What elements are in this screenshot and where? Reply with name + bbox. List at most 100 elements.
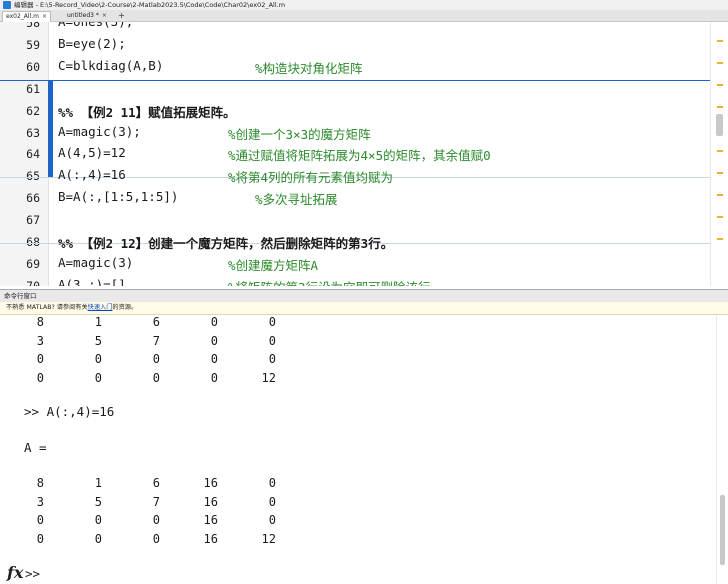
scroll-marker [717, 106, 723, 108]
matrix-cell: 0 [94, 352, 102, 366]
matrix-cell: 0 [152, 352, 160, 366]
line-number: 63 [26, 125, 40, 140]
scroll-marker [717, 216, 723, 218]
matrix-cell: 8 [36, 476, 44, 490]
matrix-cell: 1 [94, 315, 102, 329]
getting-started-notice: 不熟悉 MATLAB? 请参阅有关快速入门的资源。 [0, 302, 728, 315]
code-comment: %创建魔方矩阵A [228, 257, 319, 273]
matrix-cell: 0 [210, 370, 218, 385]
matrix-cell: 3 [36, 333, 44, 348]
add-tab-button[interactable]: + [117, 11, 126, 20]
matrix-cell: 0 [36, 370, 44, 385]
code-text: A(3,:)=[] [58, 276, 126, 286]
code-text: A=magic(3); [58, 123, 141, 139]
code-text: B=A(:,[1:5,1:5]) [58, 189, 179, 205]
line-number: 60 [26, 59, 40, 74]
editor-scrollbar[interactable] [710, 22, 728, 286]
output-variable-label: A = [24, 440, 47, 455]
scroll-thumb[interactable] [720, 495, 725, 565]
matrix-cell: 16 [203, 494, 218, 509]
matrix-cell: 7 [152, 494, 160, 509]
code-line[interactable]: A(3,:)=[] %将矩阵的第3行设为空即可删除该行 [58, 276, 431, 286]
code-comment: %将第4列的所有元素值均赋为 [228, 170, 394, 186]
code-line[interactable]: B=A(:,[1:5,1:5]) %多次寻址拓展 [58, 189, 338, 207]
tab-ex02-all[interactable]: ex02_All.m × [2, 11, 51, 22]
command-window-header: 命令行窗口 [0, 289, 728, 303]
matrix-cell: 0 [94, 513, 102, 527]
window-title: 编辑器 - E:\5-Record_Video\2-Course\2-Matla… [14, 1, 286, 9]
matrix-cell: 0 [268, 494, 276, 509]
command-prompt[interactable]: >> [25, 566, 40, 581]
matrix-cell: 5 [94, 494, 102, 509]
command-window-scrollbar[interactable] [716, 315, 728, 584]
line-number: 67 [26, 213, 40, 228]
matrix-cell: 8 [36, 315, 44, 329]
code-line[interactable]: A(:,4)=16 %将第4列的所有元素值均赋为 [58, 167, 393, 185]
code-line[interactable]: C=blkdiag(A,B) %构造块对角化矩阵 [58, 58, 363, 76]
scroll-marker [717, 40, 723, 42]
close-icon[interactable]: × [102, 12, 107, 19]
close-icon[interactable]: × [42, 13, 47, 20]
code-line[interactable]: B=eye(2); [58, 36, 126, 51]
section-title: %% 【例2 12】创建一个魔方矩阵，然后删除矩阵的第3行。 [58, 236, 394, 251]
function-browser-icon[interactable]: fx [7, 563, 23, 582]
line-number: 61 [26, 81, 40, 96]
code-text: A=ones(3); [58, 22, 133, 29]
matrix-cell: 0 [210, 315, 218, 329]
matrix-cell: 0 [152, 531, 160, 546]
scroll-marker [717, 172, 723, 174]
matrix-cell: 0 [94, 531, 102, 546]
scroll-marker [717, 84, 723, 86]
line-number: 70 [26, 278, 40, 286]
getting-started-link[interactable]: 快速入门 [88, 304, 113, 311]
code-line[interactable]: A=magic(3); %创建一个3×3的魔方矩阵 [58, 123, 371, 142]
line-number: 58 [26, 22, 40, 30]
command-prompt-row[interactable]: fx >> [0, 563, 700, 583]
code-line[interactable]: A=ones(3); [58, 22, 133, 29]
section-divider [0, 80, 710, 81]
matrix-cell: 0 [268, 513, 276, 527]
code-comment: %构造块对角化矩阵 [255, 60, 363, 76]
scroll-marker [717, 238, 723, 240]
code-line[interactable]: A=magic(3) %创建魔方矩阵A [58, 254, 318, 273]
scroll-thumb[interactable] [716, 114, 723, 136]
code-editor[interactable]: 5859606162636465666768697071727374 A=one… [0, 22, 728, 286]
matrix-cell: 0 [36, 531, 44, 546]
matrix-cell: 3 [36, 494, 44, 509]
line-number: 62 [26, 103, 40, 118]
code-text: B=eye(2); [58, 35, 126, 51]
matrix-cell: 12 [261, 370, 276, 385]
matrix-cell: 0 [210, 333, 218, 348]
line-number: 64 [26, 147, 40, 162]
command-window[interactable]: 8 1 6 0 0 3 5 7 0 0 0 0 0 0 0 0 0 0 0 12 >> A(:,4)=16 A = 8… [0, 315, 716, 584]
code-line[interactable]: A(4,5)=12 %通过赋值将矩阵拓展为4×5的矩阵，其余值赋0 [58, 145, 491, 163]
code-line[interactable]: %% 【例2 12】创建一个魔方矩阵，然后删除矩阵的第3行。 [58, 233, 393, 252]
code-text: A(:,4)=16 [58, 167, 126, 183]
matrix-cell: 0 [152, 370, 160, 385]
matrix-cell: 0 [94, 370, 102, 385]
code-comment: %通过赋值将矩阵拓展为4×5的矩阵，其余值赋0 [228, 148, 491, 164]
code-text: A=magic(3) [58, 254, 134, 270]
matrix-cell: 0 [36, 352, 44, 366]
code-comment: %将矩阵的第3行设为空即可删除该行 [228, 277, 431, 286]
matrix-cell: 16 [203, 531, 218, 546]
matrix-cell: 12 [261, 531, 276, 546]
matrix-cell: 0 [268, 352, 276, 366]
code-comment: %创建一个3×3的魔方矩阵 [228, 126, 371, 142]
matrix-cell: 6 [152, 476, 160, 490]
matrix-cell: 0 [268, 333, 276, 348]
tab-untitled3[interactable]: untitled3 * × [64, 11, 110, 21]
tab-label: ex02_All.m [6, 13, 39, 20]
matrix-cell: 1 [94, 476, 102, 490]
matrix-cell: 16 [203, 476, 218, 490]
line-number: 59 [26, 37, 40, 52]
scroll-marker [717, 194, 723, 196]
matrix-cell: 0 [210, 352, 218, 366]
matrix-cell: 7 [152, 333, 160, 348]
command-window-title: 命令行窗口 [4, 292, 37, 300]
matrix-cell: 6 [152, 315, 160, 329]
matrix-cell: 0 [268, 476, 276, 490]
code-line[interactable]: %% 【例2 11】赋值拓展矩阵。 [58, 102, 236, 121]
matrix-cell: 0 [152, 513, 160, 527]
tab-bar: ex02_All.m × untitled3 * × + [0, 10, 728, 22]
